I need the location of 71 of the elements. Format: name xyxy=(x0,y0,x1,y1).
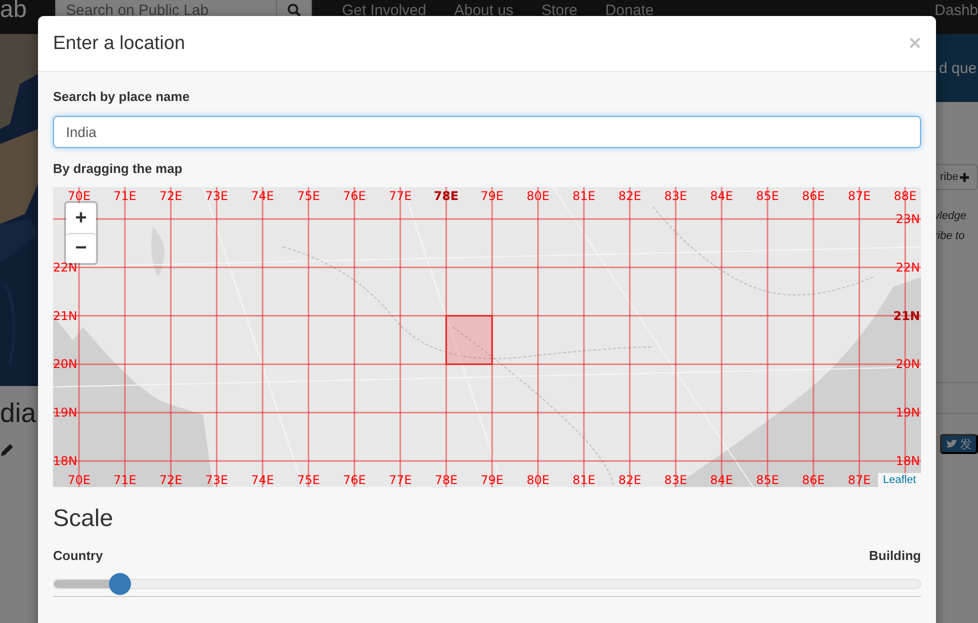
longitude-label: 72E xyxy=(159,189,182,203)
longitude-label: 74E xyxy=(251,473,274,487)
longitude-label: 78E xyxy=(434,473,458,487)
longitude-label: 82E xyxy=(618,189,642,203)
longitude-label: 76E xyxy=(342,473,366,487)
longitude-label: 82E xyxy=(618,473,642,487)
longitude-label: 79E xyxy=(480,189,504,203)
longitude-label: 77E xyxy=(388,189,412,203)
longitude-label: 87E xyxy=(848,473,871,487)
latitude-label: 18N xyxy=(896,454,920,468)
longitude-label: 88E xyxy=(894,189,917,203)
longitude-label: 81E xyxy=(572,473,596,487)
longitude-label: 80E xyxy=(526,473,550,487)
longitude-label: 73E xyxy=(205,189,228,203)
longitude-label: 76E xyxy=(342,189,366,203)
longitude-label: 86E xyxy=(802,189,825,203)
nav-link[interactable]: Get Involved xyxy=(342,2,426,19)
latitude-label: 20N xyxy=(53,357,78,372)
longitude-label: 70E xyxy=(68,189,90,203)
longitude-label: 75E xyxy=(297,473,320,487)
attribution-link[interactable]: Leaflet xyxy=(878,473,921,487)
nav-link[interactable]: Donate xyxy=(605,2,654,19)
place-search-field[interactable]: India xyxy=(53,116,921,148)
slider-thumb[interactable] xyxy=(108,573,131,595)
latitude-label: 22N xyxy=(896,260,920,274)
nav-link[interactable]: About us xyxy=(454,2,514,19)
plus-icon xyxy=(960,172,970,182)
page-title: dia xyxy=(0,398,38,429)
dialog-title: Enter a location xyxy=(53,32,186,54)
latitude-label: 21N xyxy=(893,308,920,323)
pencil-icon[interactable] xyxy=(0,443,14,457)
longitude-label: 77E xyxy=(388,473,412,487)
field-label: By dragging the map xyxy=(53,161,184,176)
longitude-label: 83E xyxy=(664,473,688,487)
longitude-label: 74E xyxy=(251,189,274,203)
close-button[interactable]: × xyxy=(908,32,921,56)
latitude-label: 18N xyxy=(53,454,78,468)
longitude-label: 80E xyxy=(526,189,550,203)
latitude-label: 21N xyxy=(53,308,78,323)
share-button[interactable]: 发 xyxy=(940,434,978,454)
nav-link[interactable]: Dashb xyxy=(934,0,978,19)
nav-link[interactable]: Store xyxy=(541,2,578,19)
longitude-label: 83E xyxy=(664,189,688,203)
field-label: Search by place name xyxy=(53,89,191,104)
section-title: Scale xyxy=(53,505,114,533)
latitude-label: 20N xyxy=(896,357,920,372)
scale-slider[interactable] xyxy=(53,576,921,592)
longitude-label: 81E xyxy=(572,189,596,203)
longitude-label: 72E xyxy=(159,473,182,487)
longitude-label: 85E xyxy=(756,189,779,203)
banner-text: d que xyxy=(939,60,977,76)
longitude-label: 86E xyxy=(802,473,825,487)
scale-min-label: Country xyxy=(53,548,103,563)
scale-max-label: Building xyxy=(869,548,921,563)
longitude-label: 71E xyxy=(113,189,136,203)
longitude-label: 70E xyxy=(68,473,90,487)
longitude-label: 78E xyxy=(434,189,459,203)
latitude-label: 23N xyxy=(896,212,920,226)
longitude-label: 75E xyxy=(297,189,320,203)
latitude-label: 19N xyxy=(896,406,920,420)
longitude-label: 79E xyxy=(480,473,504,487)
longitude-label: 84E xyxy=(710,189,734,203)
latitude-label: 22N xyxy=(53,260,78,274)
longitude-label: 85E xyxy=(756,473,779,487)
subscribe-button[interactable]: ribe xyxy=(934,164,978,190)
latitude-label: 19N xyxy=(53,406,78,420)
bird-icon xyxy=(946,439,957,449)
longitude-label: 84E xyxy=(710,473,734,487)
longitude-label: 87E xyxy=(848,189,871,203)
longitude-label: 73E xyxy=(205,473,228,487)
longitude-label: 71E xyxy=(113,473,136,487)
